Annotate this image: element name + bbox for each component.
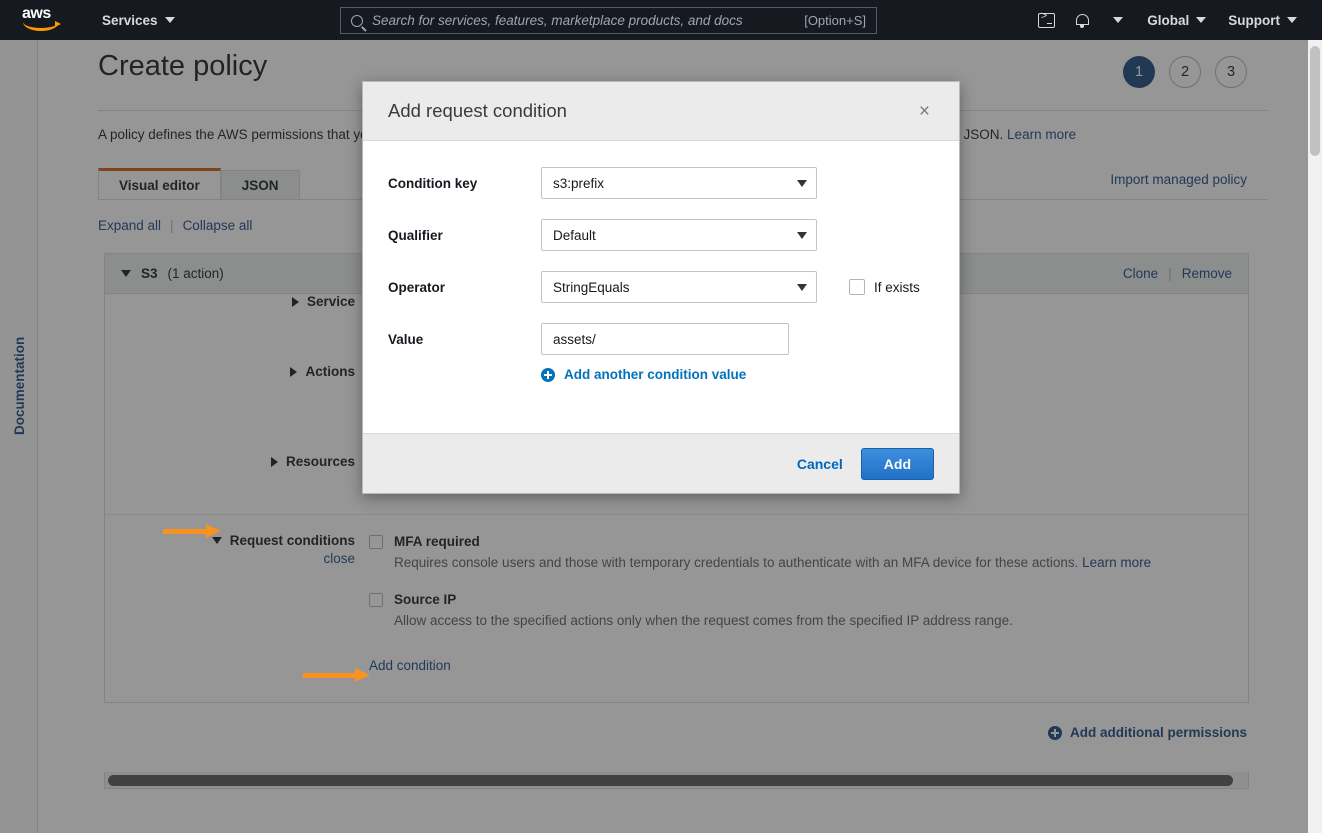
chevron-down-icon [1113,17,1123,23]
field-condition-key: Condition key s3:prefix [388,167,934,199]
notifications-button[interactable] [1064,0,1100,40]
aws-logo-icon[interactable]: aws [22,7,64,33]
condition-key-select[interactable]: s3:prefix [541,167,817,199]
add-another-condition-value-label: Add another condition value [564,367,746,382]
add-another-condition-value-link[interactable]: Add another condition value [541,367,934,382]
if-exists-checkbox[interactable] [849,279,865,295]
region-menu[interactable]: Global [1136,0,1217,40]
chevron-down-icon [1287,17,1297,23]
dialog-body: Condition key s3:prefix Qualifier Defaul… [363,141,959,434]
dialog-footer: Cancel Add [363,433,959,493]
if-exists-label: If exists [874,280,920,295]
chevron-down-icon [797,232,807,239]
services-menu[interactable]: Services [102,13,175,28]
add-request-condition-dialog: Add request condition × Condition key s3… [362,81,960,494]
qualifier-label: Qualifier [388,228,541,243]
field-operator: Operator StringEquals If exists [388,271,934,303]
dialog-header: Add request condition × [363,82,959,141]
nav-right-group: Global Support [1028,0,1308,40]
field-value: Value assets/ [388,323,934,355]
aws-logo-swoosh [23,22,59,31]
condition-key-value: s3:prefix [553,176,604,191]
annotation-arrow-request-conditions [163,524,221,538]
cloudshell-button[interactable] [1028,0,1064,40]
dialog-title: Add request condition [388,100,567,122]
search-placeholder: Search for services, features, marketpla… [372,13,804,28]
services-menu-label: Services [102,13,158,28]
qualifier-select[interactable]: Default [541,219,817,251]
value-label: Value [388,332,541,347]
chevron-down-icon [1196,17,1206,23]
if-exists-group[interactable]: If exists [849,279,920,295]
terminal-icon [1038,13,1055,28]
top-navigation-bar: aws Services Search for services, featur… [0,0,1322,40]
region-label: Global [1147,13,1189,28]
chevron-down-icon [165,17,175,23]
support-menu[interactable]: Support [1217,0,1308,40]
account-menu[interactable] [1100,0,1136,40]
value-input-text: assets/ [553,332,596,347]
search-shortcut-hint: [Option+S] [804,13,866,28]
add-button[interactable]: Add [861,448,934,480]
chevron-down-icon [797,284,807,291]
field-qualifier: Qualifier Default [388,219,934,251]
vertical-scrollbar-thumb[interactable] [1310,46,1320,156]
support-label: Support [1228,13,1280,28]
qualifier-value: Default [553,228,596,243]
search-icon [351,15,363,27]
chevron-down-icon [797,180,807,187]
operator-select[interactable]: StringEquals [541,271,817,303]
plus-circle-icon [541,368,555,382]
close-icon[interactable]: × [915,100,934,123]
search-input[interactable]: Search for services, features, marketpla… [340,7,877,34]
vertical-scrollbar[interactable] [1308,40,1322,833]
aws-logo-text: aws [22,7,64,21]
operator-value: StringEquals [553,280,630,295]
condition-key-label: Condition key [388,176,541,191]
operator-label: Operator [388,280,541,295]
bell-icon [1076,13,1089,27]
annotation-arrow-add-condition [303,668,371,682]
cancel-button[interactable]: Cancel [797,456,843,472]
value-input[interactable]: assets/ [541,323,789,355]
